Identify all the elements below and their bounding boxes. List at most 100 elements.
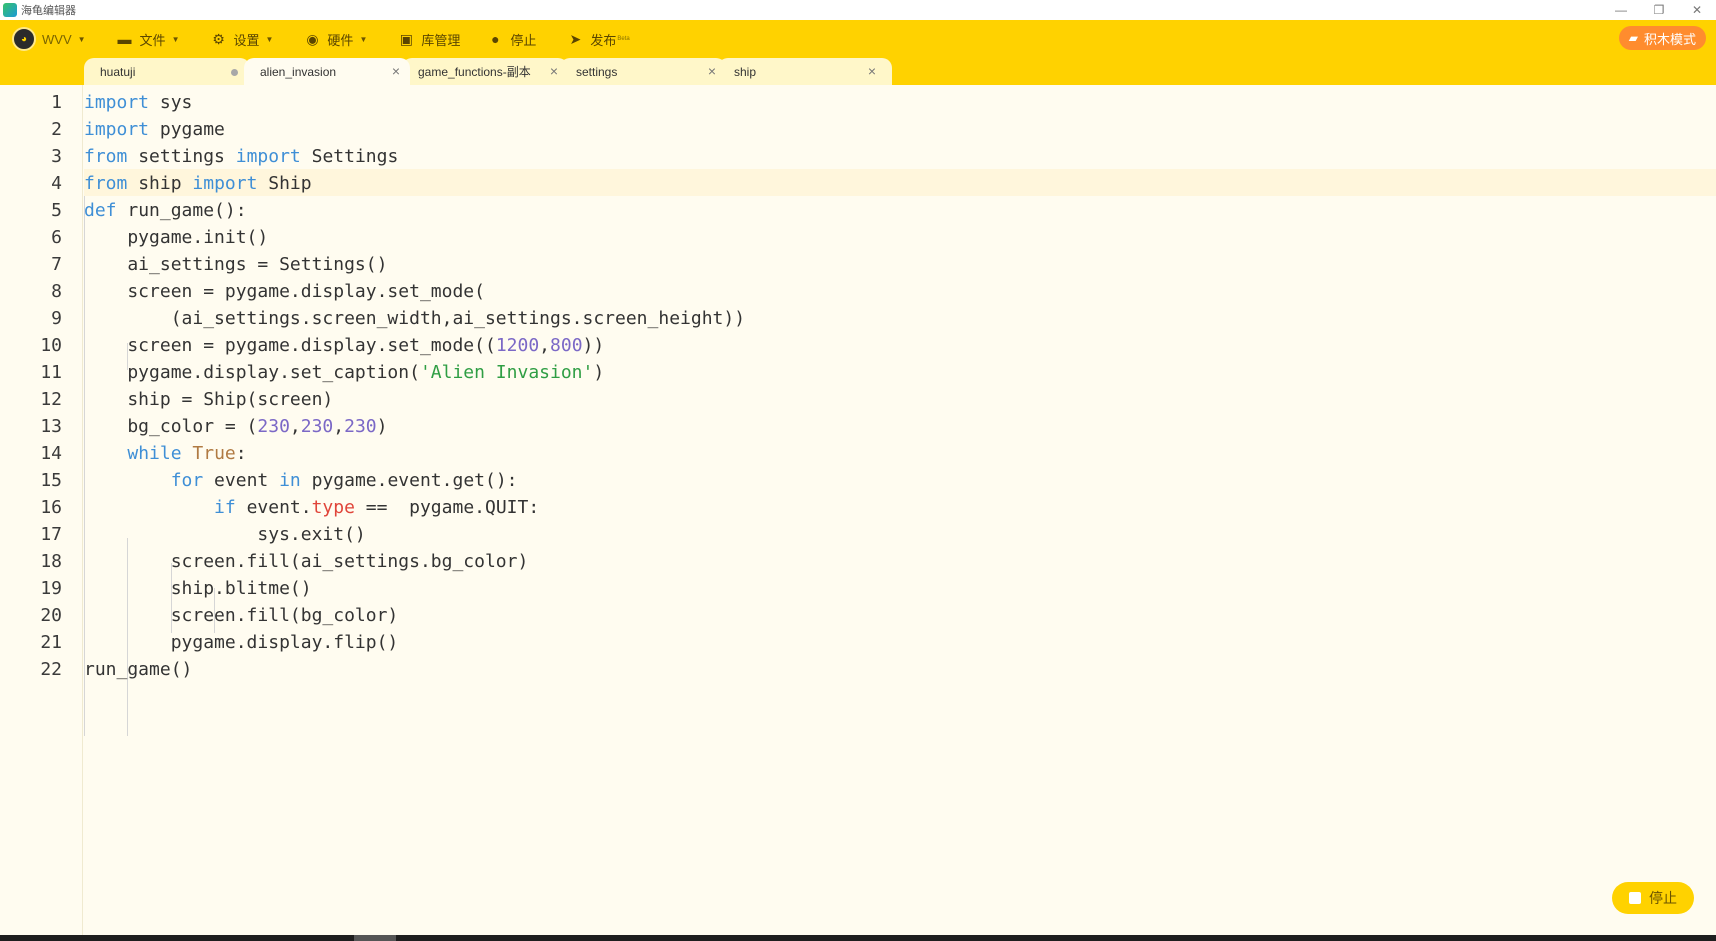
line-number: 2 xyxy=(51,119,62,140)
close-window-button[interactable]: ✕ xyxy=(1678,0,1716,20)
toolbar-stop-label: 停止 xyxy=(510,32,537,48)
taskbar-strip xyxy=(0,935,1716,941)
stop-square-icon xyxy=(1629,892,1641,904)
code-line[interactable]: import sys xyxy=(84,89,192,116)
tab-label: game_functions-副本 xyxy=(418,65,531,79)
menu-file-label: 文件 xyxy=(139,32,166,48)
code-line[interactable]: (ai_settings.screen_width,ai_settings.sc… xyxy=(84,305,745,332)
close-tab-icon[interactable]: × xyxy=(392,63,400,79)
tab-label: ship xyxy=(734,64,757,79)
folder-icon: ▬ xyxy=(117,31,132,47)
code-line[interactable]: from ship import Ship xyxy=(84,170,312,197)
line-number: 10 xyxy=(40,335,62,356)
code-line[interactable]: while True: xyxy=(84,440,246,467)
window-title: 海龟编辑器 xyxy=(21,5,76,17)
code-line[interactable]: pygame.display.set_caption('Alien Invasi… xyxy=(84,359,604,386)
beta-badge: Beta xyxy=(617,36,630,42)
code-line[interactable]: screen = pygame.display.set_mode((1200,8… xyxy=(84,332,604,359)
run-stop-button[interactable]: 停止 xyxy=(1612,882,1694,914)
blocks-icon: ▰ xyxy=(1628,31,1638,45)
code-line[interactable]: for event in pygame.event.get(): xyxy=(84,467,518,494)
code-line[interactable]: run_game() xyxy=(84,656,192,683)
line-number-gutter: 1 2 3 4 5 6 7 8 9 10 11 12 13 14 15 16 17 18 19 20 21 22 xyxy=(0,85,83,935)
minimize-button[interactable]: — xyxy=(1602,0,1640,20)
code-line[interactable]: def run_game(): xyxy=(84,197,247,224)
line-number: 17 xyxy=(40,524,62,545)
line-number: 15 xyxy=(40,470,62,491)
code-line[interactable]: ai_settings = Settings() xyxy=(84,251,387,278)
code-line[interactable]: ship.blitme() xyxy=(84,575,312,602)
line-number: 20 xyxy=(40,605,62,626)
line-number: 3 xyxy=(51,146,62,167)
code-line[interactable]: pygame.init() xyxy=(84,224,268,251)
menu-file[interactable]: ▬ 文件 ▼ xyxy=(116,20,180,58)
app-logo-icon xyxy=(3,3,17,17)
line-number: 16 xyxy=(40,497,62,518)
current-line-highlight xyxy=(84,169,1716,196)
chevron-down-icon: ▼ xyxy=(77,34,86,44)
unsaved-dot-icon xyxy=(231,69,238,76)
taskbar-indicator xyxy=(354,935,396,941)
library-manager-label: 库管理 xyxy=(421,32,461,48)
tab-label: alien_invasion xyxy=(260,64,337,79)
line-number: 4 xyxy=(51,173,62,194)
menu-hardware-label: 硬件 xyxy=(327,32,354,48)
tab-ship[interactable]: ship × xyxy=(718,58,892,85)
block-mode-button[interactable]: ▰ 积木模式 xyxy=(1618,26,1706,50)
line-number: 6 xyxy=(51,227,62,248)
line-number: 9 xyxy=(51,308,62,329)
close-tab-icon[interactable]: × xyxy=(550,63,558,79)
chevron-down-icon: ▼ xyxy=(359,34,368,44)
library-icon: ▣ xyxy=(399,30,413,47)
tab-label: settings xyxy=(576,64,618,79)
code-line[interactable]: bg_color = (230,230,230) xyxy=(84,413,387,440)
code-line[interactable]: screen.fill(ai_settings.bg_color) xyxy=(84,548,529,575)
file-tabs: huatuji alien_invasion × game_functions-… xyxy=(0,58,1716,85)
tab-huatuji[interactable]: huatuji xyxy=(84,58,250,85)
user-menu[interactable]: ◕ WVV ▼ xyxy=(12,20,86,58)
avatar: ◕ xyxy=(12,27,36,51)
line-number: 13 xyxy=(40,416,62,437)
code-editor[interactable]: 1 2 3 4 5 6 7 8 9 10 11 12 13 14 15 16 17 18 19 20 21 22 impo… xyxy=(0,85,1716,935)
code-line[interactable]: pygame.display.flip() xyxy=(84,629,399,656)
library-manager-button[interactable]: ▣ 库管理 xyxy=(397,20,461,58)
publish-button[interactable]: ➤ 发布 Beta xyxy=(566,20,630,58)
close-tab-icon[interactable]: × xyxy=(868,63,876,79)
publish-label: 发布 xyxy=(590,32,617,48)
code-line[interactable]: from settings import Settings xyxy=(84,143,398,170)
close-tab-icon[interactable]: × xyxy=(708,63,716,79)
line-number: 1 xyxy=(51,92,62,113)
menu-hardware[interactable]: ◉ 硬件 ▼ xyxy=(303,20,367,58)
title-bar: 海龟编辑器 — ❐ ✕ xyxy=(0,0,1716,20)
code-line[interactable]: import pygame xyxy=(84,116,225,143)
code-line[interactable]: if event.type == pygame.QUIT: xyxy=(84,494,539,521)
line-number: 18 xyxy=(40,551,62,572)
run-stop-label: 停止 xyxy=(1649,890,1677,906)
main-toolbar: ◕ WVV ▼ ▬ 文件 ▼ ⚙ 设置 ▼ ◉ 硬件 ▼ ▣ 库管理 ● 停止 … xyxy=(0,20,1716,58)
tab-alien-invasion[interactable]: alien_invasion × xyxy=(244,58,410,85)
hardware-icon: ◉ xyxy=(306,30,319,47)
tab-label: huatuji xyxy=(100,64,136,79)
code-line[interactable]: ship = Ship(screen) xyxy=(84,386,333,413)
stop-icon: ● xyxy=(491,31,500,47)
tab-settings[interactable]: settings × xyxy=(560,58,726,85)
block-mode-label: 积木模式 xyxy=(1643,31,1696,47)
chevron-down-icon: ▼ xyxy=(171,34,180,44)
menu-settings[interactable]: ⚙ 设置 ▼ xyxy=(209,20,273,58)
line-number: 7 xyxy=(51,254,62,275)
gear-icon: ⚙ xyxy=(212,30,225,47)
line-number: 22 xyxy=(40,659,62,680)
line-number: 14 xyxy=(40,443,62,464)
toolbar-stop-button[interactable]: ● 停止 xyxy=(486,20,536,58)
send-icon: ➤ xyxy=(569,30,582,47)
restore-button[interactable]: ❐ xyxy=(1640,0,1678,20)
chevron-down-icon: ▼ xyxy=(265,34,274,44)
tab-game-functions-copy[interactable]: game_functions-副本 × xyxy=(402,58,568,85)
line-number: 8 xyxy=(51,281,62,302)
line-number: 19 xyxy=(40,578,62,599)
line-number: 12 xyxy=(40,389,62,410)
code-line[interactable]: sys.exit() xyxy=(84,521,365,548)
code-line[interactable]: screen = pygame.display.set_mode( xyxy=(84,278,485,305)
code-line[interactable]: screen.fill(bg_color) xyxy=(84,602,399,629)
menu-settings-label: 设置 xyxy=(233,32,260,48)
